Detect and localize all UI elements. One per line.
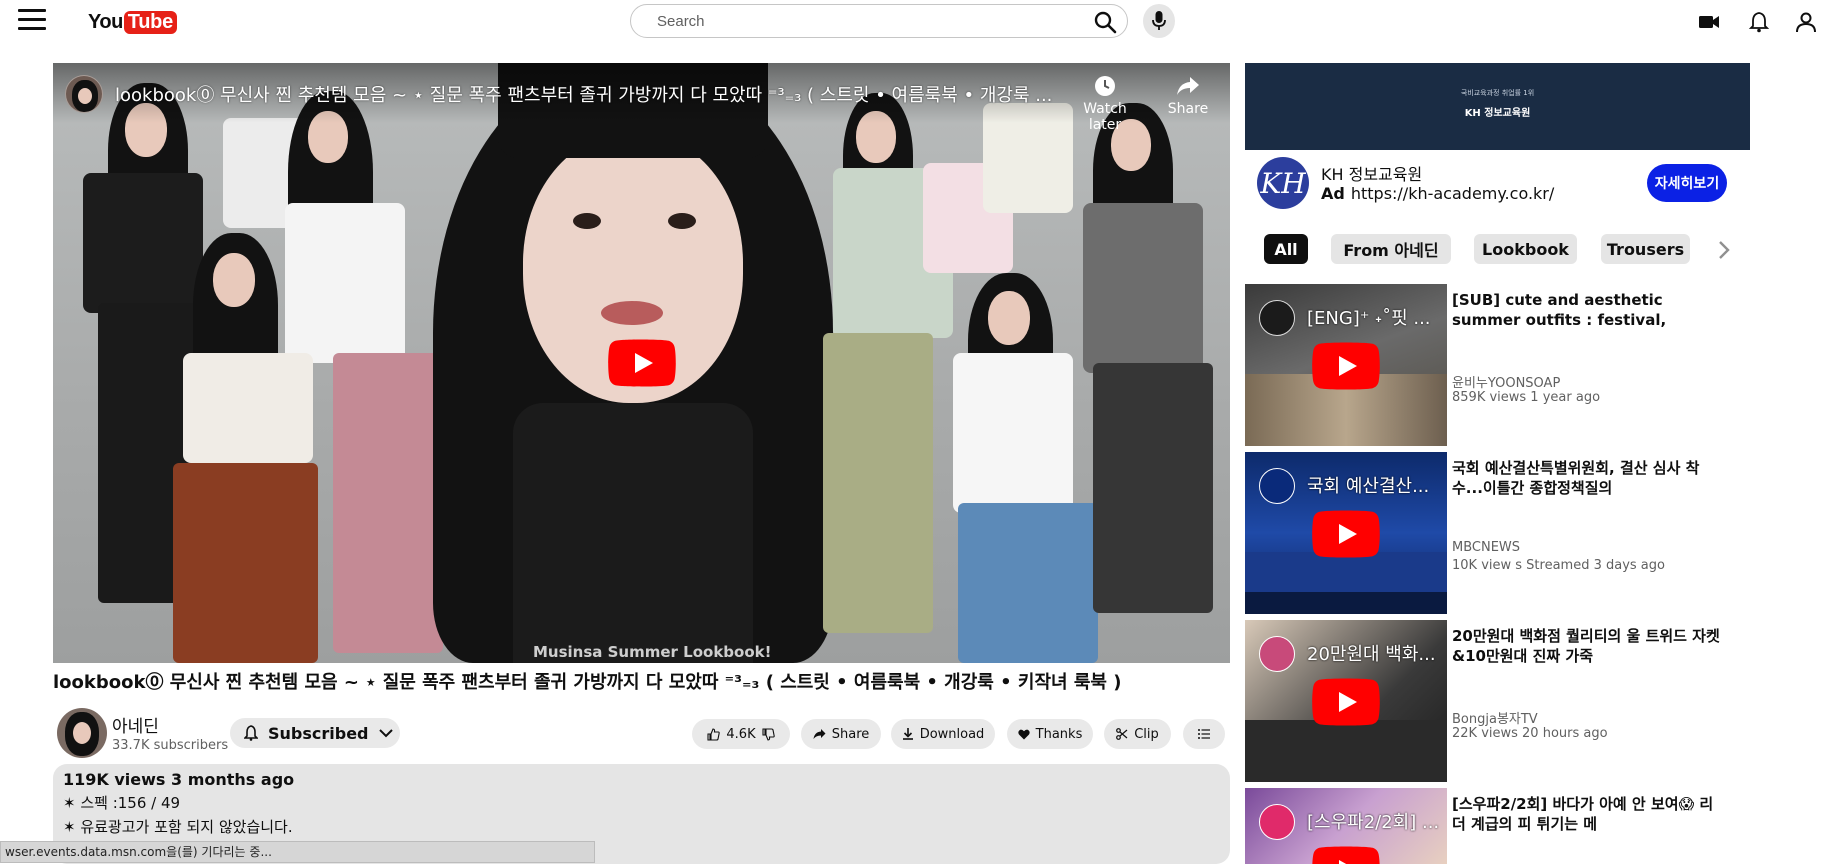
- watch-later-label: Watch later: [1083, 101, 1127, 133]
- recommended-video-channel[interactable]: MBCNEWS: [1452, 540, 1520, 555]
- create-video-icon[interactable]: [1698, 11, 1720, 33]
- browser-status-bar: wser.events.data.msn.com을(를) 기다리는 중...: [0, 841, 595, 863]
- like-dislike-button[interactable]: 4.6K: [692, 719, 790, 749]
- recommended-video-meta: 10K view s Streamed 3 days ago: [1452, 558, 1665, 573]
- chip-lookbook[interactable]: Lookbook: [1474, 234, 1577, 264]
- hamburger-menu-icon[interactable]: [18, 9, 48, 35]
- ad-advertiser-name[interactable]: KH 정보교육원: [1321, 161, 1422, 185]
- video-thumbnail[interactable]: 국회 예산결산...: [1245, 452, 1447, 614]
- recommended-video[interactable]: [스우파2/2회] ... [스우파2/2회] 바다가 아예 안 보여😱 리더 …: [1245, 788, 1745, 864]
- thumbnail-channel-avatar: [1259, 636, 1295, 672]
- thumbnail-title: [ENG]⁺ ˖˚핏 ...: [1307, 308, 1431, 329]
- ad-banner-logo: KH 정보교육원: [1464, 108, 1531, 119]
- thumbnail-title: 20만원대 백화...: [1307, 644, 1436, 665]
- share-label: Share: [831, 726, 870, 742]
- thumbs-down-icon: [762, 727, 775, 741]
- ad-label: Ad: [1321, 184, 1345, 203]
- chevron-right-icon[interactable]: [1714, 236, 1734, 264]
- thumbnail-channel-avatar: [1259, 804, 1295, 840]
- microphone-icon: [1152, 11, 1166, 30]
- recommended-video[interactable]: 국회 예산결산... 국회 예산결산특별위원회, 결산 심사 착수...이틀간 …: [1245, 452, 1745, 614]
- logo-you-text: You: [88, 10, 123, 33]
- thumbnail-channel-avatar: [1259, 300, 1295, 336]
- play-button-icon: [1312, 678, 1380, 726]
- video-thumbnail[interactable]: [스우파2/2회] ...: [1245, 788, 1447, 864]
- download-label: Download: [919, 726, 985, 742]
- recommended-video-title[interactable]: [SUB] cute and aesthetic summer outfits …: [1452, 290, 1722, 330]
- chip-trousers[interactable]: Trousers: [1601, 234, 1690, 264]
- download-button[interactable]: Download: [891, 719, 995, 749]
- channel-avatar[interactable]: [57, 708, 107, 758]
- ad-url: https://kh-academy.co.kr/: [1350, 184, 1555, 203]
- share-arrow-icon: [1177, 77, 1199, 95]
- video-player[interactable]: lookbook⓪ 무신사 찐 추천템 모음 ~ ⋆ 질문 폭주 팬츠부터 졸귀…: [53, 63, 1230, 663]
- recommended-video-channel[interactable]: 윤비누YOONSOAP: [1452, 372, 1560, 391]
- bell-icon: [244, 725, 258, 741]
- chevron-down-icon: [378, 729, 393, 738]
- search-icon[interactable]: [1093, 10, 1117, 34]
- player-title[interactable]: lookbook⓪ 무신사 찐 추천템 모음 ~ ⋆ 질문 폭주 팬츠부터 졸귀…: [115, 81, 1100, 107]
- recommended-video[interactable]: 20만원대 백화... 20만원대 백화점 퀄리티의 울 트위드 자켓&10만원…: [1245, 620, 1745, 782]
- more-actions-button[interactable]: [1183, 719, 1225, 749]
- video-title: lookbook⓪ 무신사 찐 추천템 모음 ~ ⋆ 질문 폭주 팬츠부터 졸귀…: [53, 672, 1122, 693]
- chip-from-channel[interactable]: From 아네딘: [1331, 234, 1451, 264]
- logo-tube-text: Tube: [123, 10, 177, 34]
- play-button-icon: [1312, 342, 1380, 390]
- play-button-icon: [1312, 846, 1380, 864]
- recommended-video-title[interactable]: [스우파2/2회] 바다가 아예 안 보여😱 리더 계급의 피 튀기는 메: [1452, 794, 1722, 834]
- recommended-video-meta: 22K views 20 hours ago: [1452, 726, 1608, 741]
- clock-icon: [1095, 76, 1115, 96]
- recommended-video[interactable]: [ENG]⁺ ˖˚핏 ... [SUB] cute and aesthetic …: [1245, 284, 1745, 446]
- scissors-icon: [1116, 728, 1128, 740]
- subscriber-count: 33.7K subscribers: [112, 738, 229, 753]
- thumbnail-channel-avatar: [1259, 468, 1295, 504]
- thumbnail-title: 국회 예산결산...: [1307, 476, 1430, 497]
- search-input[interactable]: [657, 5, 1057, 37]
- subscribed-label: Subscribed: [268, 723, 369, 743]
- clip-button[interactable]: Clip: [1104, 719, 1171, 749]
- recommended-video-channel[interactable]: Bongja봉자TV: [1452, 708, 1538, 727]
- thumbs-up-icon: [707, 727, 721, 741]
- player-channel-avatar[interactable]: [65, 75, 103, 113]
- subscribed-button[interactable]: Subscribed: [230, 718, 400, 748]
- like-count: 4.6K: [726, 726, 756, 742]
- ad-url-line[interactable]: Ad https://kh-academy.co.kr/: [1321, 184, 1554, 203]
- video-thumbnail[interactable]: [ENG]⁺ ˖˚핏 ...: [1245, 284, 1447, 446]
- video-thumbnail[interactable]: 20만원대 백화...: [1245, 620, 1447, 782]
- account-avatar-icon[interactable]: [1795, 11, 1817, 33]
- description-line-specs: ✶ 스펙 :156 / 49: [63, 794, 181, 812]
- recommended-video-title[interactable]: 국회 예산결산특별위원회, 결산 심사 착수...이틀간 종합정책질의: [1452, 458, 1722, 498]
- play-button-icon: [1312, 510, 1380, 558]
- thanks-label: Thanks: [1035, 726, 1083, 742]
- player-share-button[interactable]: Share: [1163, 75, 1213, 117]
- ad-advertiser-logo[interactable]: KH: [1257, 157, 1309, 209]
- heart-icon: [1018, 729, 1030, 739]
- ad-banner-tagline: 국비교육과정 취업률 1위: [1460, 89, 1535, 97]
- description-line-ad-notice: ✶ 유료광고가 포함 되지 않았습니다.: [63, 818, 293, 836]
- notifications-bell-icon[interactable]: [1748, 11, 1770, 33]
- list-icon: [1198, 729, 1210, 739]
- download-icon: [902, 728, 913, 740]
- channel-name[interactable]: 아네딘: [112, 712, 159, 737]
- chip-all[interactable]: All: [1264, 234, 1308, 264]
- recommended-video-meta: 859K views 1 year ago: [1452, 390, 1601, 405]
- ad-cta-button[interactable]: 자세히보기: [1647, 164, 1727, 202]
- recommended-video-title[interactable]: 20만원대 백화점 퀄리티의 울 트위드 자켓&10만원대 진짜 가죽: [1452, 626, 1722, 666]
- top-header: You Tube: [0, 0, 1825, 44]
- thumbnail-title: [스우파2/2회] ...: [1307, 812, 1440, 833]
- ad-banner-image[interactable]: 국비교육과정 취업률 1위 KH 정보교육원: [1245, 63, 1750, 150]
- play-button-icon[interactable]: [608, 339, 676, 387]
- voice-search-button[interactable]: [1143, 4, 1175, 38]
- youtube-logo[interactable]: You Tube: [88, 9, 177, 35]
- search-box: [630, 4, 1128, 38]
- clip-label: Clip: [1134, 726, 1159, 742]
- view-count-date: 119K views 3 months ago: [63, 770, 295, 789]
- player-share-label: Share: [1167, 101, 1209, 117]
- video-watermark-text: Musinsa Summer Lookbook!: [533, 643, 772, 661]
- share-button[interactable]: Share: [801, 719, 881, 749]
- share-icon: [813, 729, 826, 739]
- thanks-button[interactable]: Thanks: [1007, 719, 1093, 749]
- watch-later-button[interactable]: Watch later: [1069, 75, 1141, 133]
